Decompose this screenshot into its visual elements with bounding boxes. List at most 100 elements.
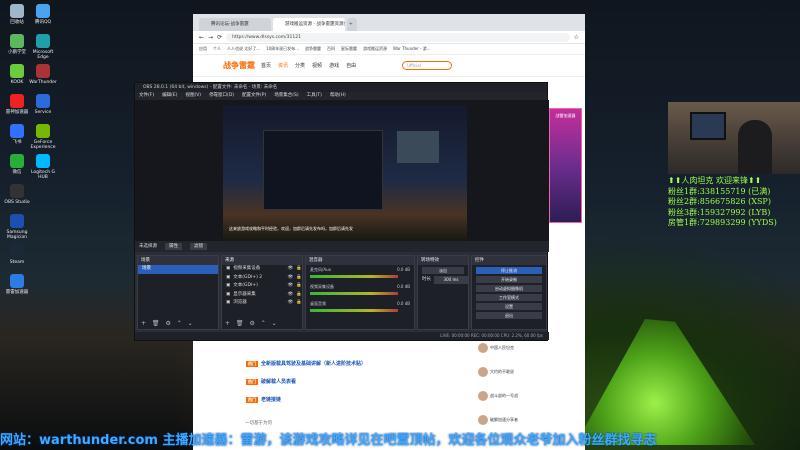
fan-group-line: 粉丝2群:856675826 (XSP) [668,197,771,206]
bookmark-item[interactable]: 应用 [199,46,207,52]
bookmark-item[interactable]: 游戏搬运资源 [363,46,387,52]
obs-control-button[interactable]: 退出 [476,311,542,319]
article-link[interactable]: 热门 全新版载具驾驶及基础讲解（新人进阶技术贴） [246,360,366,367]
obs-menu-item[interactable]: 配置文件(P) [242,92,266,100]
site-nav-item[interactable]: 分类 [295,62,305,69]
obs-menu-item[interactable]: 帮助(H) [330,92,346,100]
site-search-input[interactable]: Ufficial [402,61,453,70]
article-tag: 热门 [246,361,258,367]
avatar [478,343,488,353]
app-icon [10,124,24,138]
obs-control-button[interactable]: 工作室模式 [476,293,542,301]
lock-icon[interactable]: 🔒 [296,291,302,300]
obs-context-bar: 未选择源 属性 滤镜 [135,241,549,252]
obs-preview[interactable]: 这来放游戏攻略和平时经验，欢迎，加群后请先发布吗，加群后请先发 [223,105,467,242]
back-icon[interactable]: ← [199,34,204,41]
obs-window: OBS 28.0.1 (64 bit, windows) - 配置文件: 未命名… [134,82,549,341]
new-tab-button[interactable]: + [347,18,357,31]
volume-meter[interactable] [310,309,398,312]
fan-group-line: ⬆⬆人肉坦克 欢迎来锋⬆⬆ [668,176,762,185]
site-nav-item[interactable]: 首页 [261,62,271,69]
app-icon [10,184,24,198]
bookmark-item[interactable]: 星际雷霆 [341,46,357,52]
obs-menu-item[interactable]: 场景集合(S) [274,92,298,100]
obs-menu-item[interactable]: 编辑(E) [162,92,177,100]
obs-control-button[interactable]: 开始录制 [476,275,542,283]
desktop-icon[interactable]: 腾讯QQ [28,4,58,25]
volume-meter[interactable] [310,275,398,278]
filters-button[interactable]: 滤镜 [190,243,207,250]
desktop-icon[interactable]: Service [28,94,58,115]
scenes-dock: 场景 场景 + 🗑 ⚙ ⌃ ⌄ [137,255,219,330]
source-label: 文本(GDI+) 2 [233,274,263,280]
bookmark-item[interactable]: War Thunder - 游... [393,46,431,52]
forward-icon[interactable]: → [208,34,213,41]
desktop-icon[interactable]: OBS Studio [2,184,32,205]
lock-icon[interactable]: 🔒 [296,265,302,274]
site-nav-item[interactable]: 自由 [346,62,356,69]
obs-status-bar: LIVE: 00:00:00 REC: 00:00:00 CPU: 2.2%, … [135,332,549,340]
comment-item[interactable]: 大约的不敢说 [478,367,548,381]
bookmark-item[interactable]: 个人 [213,46,221,52]
bookmark-item[interactable]: 百科 [327,46,335,52]
desktop-icon[interactable]: GeForce Experience [28,124,58,150]
article-link[interactable]: 热门 破解载人员表看 [246,378,296,385]
volume-meter[interactable] [310,292,398,295]
visibility-icon[interactable]: 👁 [288,282,294,291]
desktop-icon[interactable]: 雷雷加速器 [2,274,32,295]
desktop-icon[interactable]: Microsoft Edge [28,34,58,60]
site-nav-item[interactable]: 视频 [312,62,322,69]
source-item[interactable]: ▣ 文本(GDI+) 2 👁 🔒 [222,274,302,283]
browser-tab[interactable]: 腾讯论坛-战争雷霆 [199,18,271,31]
source-type-icon: ▣ [226,291,231,297]
sidebar-ad[interactable]: 战雷加速器 [549,108,582,223]
article-link[interactable]: 热门 老链接链 [246,396,281,403]
visibility-icon[interactable]: 👁 [288,299,294,308]
obs-menu-item[interactable]: 视图(V) [185,92,201,100]
obs-control-button[interactable]: 启动虚拟摄像机 [476,284,542,292]
lock-icon[interactable]: 🔒 [296,274,302,283]
mixer-header: 混音器 [306,256,414,265]
visibility-icon[interactable]: 👁 [288,265,294,274]
properties-button[interactable]: 属性 [165,243,182,250]
address-input[interactable]: https://www.dlssys.com/31121 [226,32,570,42]
source-item[interactable]: ▣ 浏览器 👁 🔒 [222,299,302,308]
site-logo[interactable]: 战争雷霆 [223,60,255,71]
obs-menu-item[interactable]: 停靠窗口(D) [209,92,234,100]
bookmark-item[interactable]: 战争雷霆 [305,46,321,52]
browser-tab-active[interactable]: 游戏搬运资源 - 战争雷霆资源分享 [273,18,345,31]
source-add-icon[interactable]: + 🗑 ⚙ ⌃ ⌄ [225,320,279,327]
bookmark-item[interactable]: 人人也说 太好了... [227,46,260,52]
desktop-icon[interactable]: Logitech G HUB [28,154,58,180]
star-icon[interactable]: ☆ [574,34,579,41]
comment-item[interactable]: 中国人民坦克 [478,343,548,357]
obs-menu-item[interactable]: 工具(T) [307,92,322,100]
transition-select[interactable]: 淡出 [422,266,464,274]
avatar [478,391,488,401]
comment-item[interactable]: 战斗部的一号战 [478,391,548,405]
lock-icon[interactable]: 🔒 [296,282,302,291]
channel-db: 0.0 dB [397,301,410,306]
transitions-header: 转场特效 [418,256,468,265]
duration-input[interactable]: 300 ms [434,276,468,284]
reload-icon[interactable]: ⟳ [217,34,222,41]
obs-menu-item[interactable]: 文件(F) [139,92,154,100]
site-header: 战争雷霆 首页 资讯 分类 视频 游戏 自由 Ufficial [193,55,585,77]
visibility-icon[interactable]: 👁 [288,274,294,283]
lock-icon[interactable]: 🔒 [296,299,302,308]
desktop-icon[interactable]: Samsung Magician [2,214,32,240]
source-item[interactable]: ▣ 显示器采集 👁 🔒 [222,291,302,300]
source-item[interactable]: ▣ 视频采集设备 👁 🔒 [222,265,302,274]
desktop-icon[interactable]: Steam [2,244,32,265]
bookmark-item[interactable]: 10周年现已发布... [266,46,299,52]
obs-control-button[interactable]: 设置 [476,302,542,310]
desktop-icon[interactable]: WarThunder [28,64,58,85]
obs-control-button[interactable]: 停止推流 [476,266,542,274]
site-nav-item[interactable]: 资讯 [278,62,288,69]
scene-item[interactable]: 场景 [138,265,218,274]
source-item[interactable]: ▣ 文本(GDI+) 👁 🔒 [222,282,302,291]
scene-add-icon[interactable]: + 🗑 ⚙ ⌃ ⌄ [141,320,195,327]
comment-item[interactable]: 破解加速分享者 [478,415,548,429]
visibility-icon[interactable]: 👁 [288,291,294,300]
site-nav-item[interactable]: 游戏 [329,62,339,69]
